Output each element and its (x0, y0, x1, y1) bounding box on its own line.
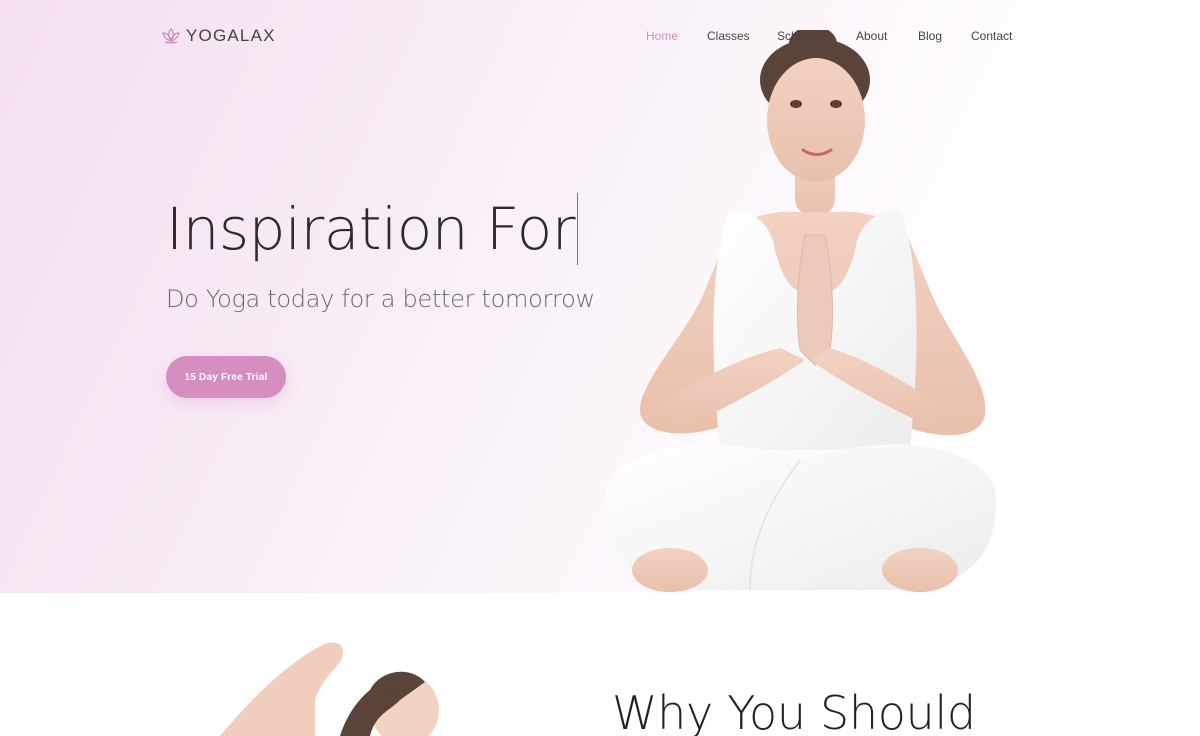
site-header: YOGALAX Home Classes Schedule About Blog… (0, 0, 1200, 72)
nav-about[interactable]: About (856, 29, 887, 43)
hero-headline-wrap: Inspiration For (166, 192, 579, 266)
nav-blog[interactable]: Blog (918, 29, 942, 43)
nav-schedule[interactable]: Schedule (777, 29, 827, 43)
yoga-pose-image (220, 642, 439, 736)
nav-contact[interactable]: Contact (971, 29, 1012, 43)
hero-subheadline: Do Yoga today for a better tomorrow (166, 285, 595, 313)
typing-caret (577, 193, 579, 265)
free-trial-button[interactable]: 15 Day Free Trial (166, 356, 286, 398)
nav-classes[interactable]: Classes (707, 29, 750, 43)
main-nav: Home Classes Schedule About Blog Contact (0, 29, 1200, 45)
hero-headline: Inspiration For (166, 195, 576, 263)
meditating-woman-image (604, 30, 996, 592)
hero-section: YOGALAX Home Classes Schedule About Blog… (0, 0, 1200, 593)
section-title: Why You Should (612, 686, 976, 736)
nav-home[interactable]: Home (646, 29, 678, 43)
